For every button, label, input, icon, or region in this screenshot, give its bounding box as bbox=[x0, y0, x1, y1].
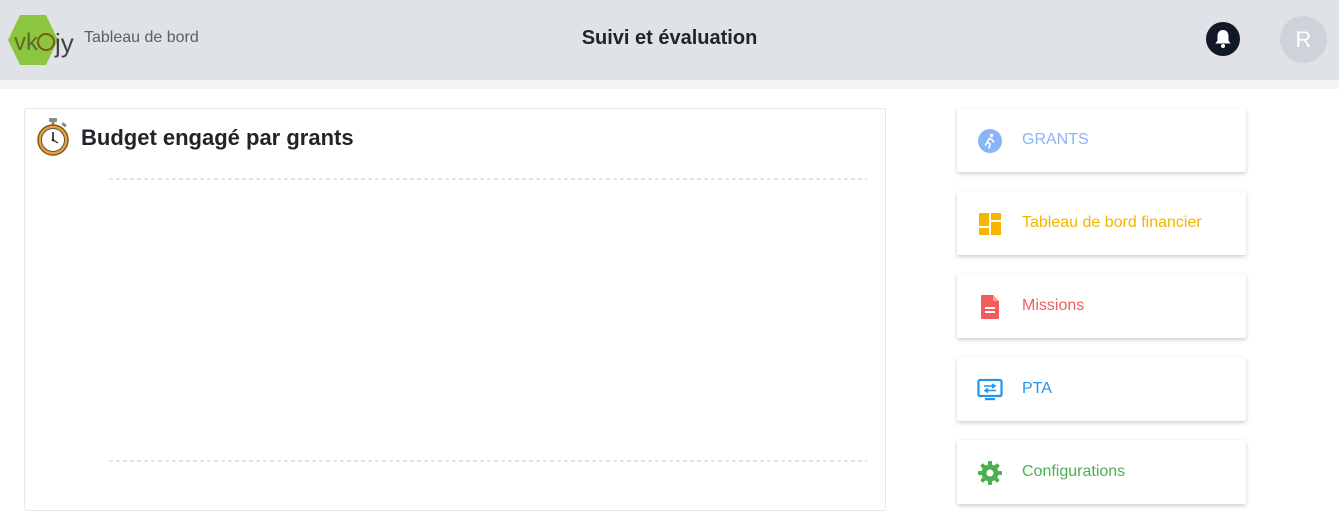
bell-icon bbox=[1215, 30, 1231, 48]
menu-item-pta[interactable]: PTA bbox=[957, 357, 1246, 421]
gear-icon bbox=[977, 460, 1003, 486]
menu-label-pta: PTA bbox=[1022, 380, 1052, 397]
top-bar: vk jy Tableau de bord Suivi et évaluatio… bbox=[0, 0, 1339, 80]
budget-chart-card: Budget engagé par grants bbox=[24, 108, 886, 511]
running-person-icon bbox=[977, 128, 1003, 154]
menu-item-missions[interactable]: Missions bbox=[957, 274, 1246, 338]
budget-chart bbox=[109, 178, 867, 462]
user-avatar[interactable]: R bbox=[1280, 16, 1327, 63]
document-icon bbox=[977, 294, 1003, 320]
menu-label-missions: Missions bbox=[1022, 297, 1085, 314]
monitor-transfer-icon bbox=[977, 377, 1003, 403]
page-title: Suivi et évaluation bbox=[581, 27, 758, 49]
menu-label-tableau-financier: Tableau de bord financier bbox=[1022, 214, 1202, 231]
notifications-button[interactable] bbox=[1206, 22, 1240, 56]
menu-item-configurations[interactable]: Configurations bbox=[957, 440, 1246, 504]
menu-label-configurations: Configurations bbox=[1022, 463, 1126, 480]
header-divider bbox=[0, 80, 1339, 89]
menu-label-grants: GRANTS bbox=[1022, 131, 1089, 148]
dashboard-grid-icon bbox=[977, 211, 1003, 237]
menu-item-tableau-financier[interactable]: Tableau de bord financier bbox=[957, 191, 1246, 255]
menu-item-grants[interactable]: GRANTS bbox=[957, 108, 1246, 172]
